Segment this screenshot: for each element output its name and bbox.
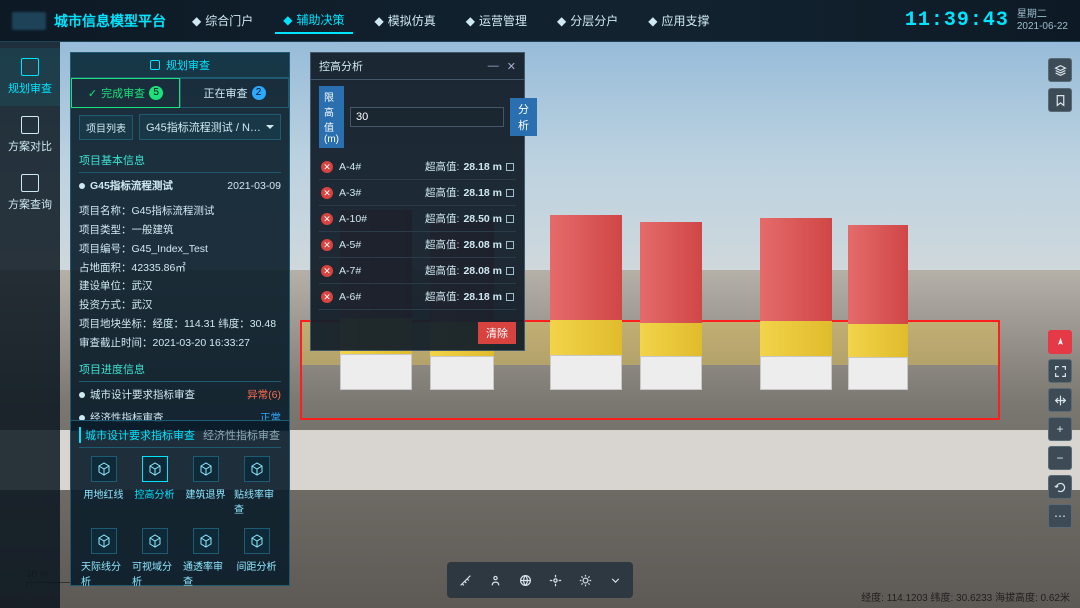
sun-icon[interactable] (572, 567, 598, 593)
error-icon: ✕ (321, 213, 333, 225)
doc-icon (21, 174, 39, 192)
analyze-button[interactable]: 分析 (510, 98, 537, 136)
result-row: ✕A-6#超高值:28.18 m (319, 284, 516, 310)
error-icon: ✕ (321, 291, 333, 303)
location-icon[interactable] (542, 567, 568, 593)
section-progress: 项目进度信息 (71, 355, 289, 379)
layers-icon[interactable] (1048, 58, 1072, 82)
gear-icon: ◆ (466, 14, 475, 28)
info-field: 项目编号：G45_Index_Test (79, 240, 281, 259)
chevron-down-icon (266, 125, 274, 133)
status-bar: 经度: 114.1203 纬度: 30.6233 海拔高度: 0.62米 (861, 589, 1070, 604)
nav-flag[interactable]: ◆模拟仿真 (367, 7, 444, 34)
close-icon[interactable]: ✕ (507, 60, 516, 73)
right-tools-top (1048, 58, 1072, 112)
leftnav-item-2[interactable]: 方案查询 (0, 164, 60, 222)
dialog-title: 控高分析 (319, 58, 363, 74)
home-icon: ◆ (192, 14, 201, 28)
info-field: 建设单位：武汉 (79, 277, 281, 296)
brand: 城市信息模型平台 (12, 11, 166, 31)
tool-控高分析[interactable]: 控高分析 (132, 456, 177, 516)
expand-icon[interactable] (506, 267, 514, 275)
measure-icon[interactable] (452, 567, 478, 593)
project-select[interactable]: G45指标流程测试 / NOG45_Ind... (139, 114, 281, 140)
result-row: ✕A-7#超高值:28.08 m (319, 258, 516, 284)
info-field: 项目名称：G45指标流程测试 (79, 202, 281, 221)
info-field: 占地面积：42335.86㎡ (79, 259, 281, 278)
tool-间距分析[interactable]: 间距分析 (234, 528, 279, 588)
nav-people[interactable]: ◆应用支撑 (640, 7, 717, 34)
error-icon: ✕ (321, 161, 333, 173)
result-row: ✕A-3#超高值:28.18 m (319, 180, 516, 206)
leftnav-item-1[interactable]: 方案对比 (0, 106, 60, 164)
info-field: 投资方式：武汉 (79, 296, 281, 315)
minimize-icon[interactable]: — (488, 60, 499, 73)
subtab-0[interactable]: 城市设计要求指标审查 (79, 427, 195, 443)
doc-icon (21, 116, 39, 134)
error-icon: ✕ (321, 265, 333, 277)
logo-icon (12, 12, 46, 30)
compass-icon[interactable] (1048, 330, 1072, 354)
nav-user[interactable]: ◆分层分户 (549, 7, 626, 34)
progress-item: 城市设计要求指标审查异常(6) (71, 384, 289, 407)
review-tab-0[interactable]: ✓完成审查5 (71, 78, 180, 108)
nav-gear[interactable]: ◆运营管理 (458, 7, 535, 34)
bookmark-icon[interactable] (1048, 88, 1072, 112)
result-row: ✕A-4#超高值:28.18 m (319, 154, 516, 180)
subtab-1[interactable]: 经济性指标审查 (203, 427, 280, 443)
lock-icon (150, 60, 160, 70)
user-icon: ◆ (557, 14, 566, 28)
info-field: 项目类型：一般建筑 (79, 221, 281, 240)
info-field: 项目地块坐标：经度：114.31 纬度：30.48 (79, 315, 281, 334)
expand-icon[interactable] (506, 163, 514, 171)
tool-贴线率审查[interactable]: 贴线率审查 (234, 456, 279, 516)
tool-通透率审查[interactable]: 通透率审查 (183, 528, 228, 588)
pan-icon[interactable] (1048, 388, 1072, 412)
refresh-icon[interactable] (1048, 475, 1072, 499)
globe-icon[interactable] (512, 567, 538, 593)
more-icon[interactable]: ⋯ (1048, 504, 1072, 528)
people-icon: ◆ (648, 14, 657, 28)
right-tools-bottom: + − ⋯ (1048, 330, 1072, 528)
height-limit-label: 限高值(m) (319, 86, 344, 148)
chevron-down-icon[interactable] (602, 567, 628, 593)
expand-icon[interactable] (506, 241, 514, 249)
error-icon: ✕ (321, 187, 333, 199)
fullscreen-icon[interactable] (1048, 359, 1072, 383)
review-tab-1[interactable]: 正在审查2 (180, 78, 289, 108)
panel-title: 规划审查 (71, 53, 289, 78)
zoom-in-icon[interactable]: + (1048, 417, 1072, 441)
error-icon: ✕ (321, 239, 333, 251)
clear-button[interactable]: 清除 (478, 322, 516, 344)
tool-建筑退界[interactable]: 建筑退界 (183, 456, 228, 516)
tool-可视域分析[interactable]: 可视域分析 (132, 528, 177, 588)
target-icon: ◆ (283, 13, 292, 27)
expand-icon[interactable] (506, 293, 514, 301)
clock: 11:39:43 (905, 9, 1009, 32)
result-row: ✕A-10#超高值:28.50 m (319, 206, 516, 232)
left-nav: 规划审查方案对比方案查询 (0, 42, 60, 608)
info-field: 审查截止时间：2021-03-20 16:33:27 (79, 334, 281, 353)
result-row: ✕A-5#超高值:28.08 m (319, 232, 516, 258)
expand-icon[interactable] (506, 189, 514, 197)
zoom-out-icon[interactable]: − (1048, 446, 1072, 470)
nav-home[interactable]: ◆综合门户 (184, 7, 261, 34)
doc-icon (21, 58, 39, 76)
person-icon[interactable] (482, 567, 508, 593)
expand-icon[interactable] (506, 215, 514, 223)
flag-icon: ◆ (375, 14, 384, 28)
tool-panel: 城市设计要求指标审查经济性指标审查 用地红线控高分析建筑退界贴线率审查 天际线分… (70, 420, 290, 586)
top-bar: 城市信息模型平台 ◆综合门户◆辅助决策◆模拟仿真◆运营管理◆分层分户◆应用支撑 … (0, 0, 1080, 42)
leftnav-item-0[interactable]: 规划审查 (0, 48, 60, 106)
project-list-button[interactable]: 项目列表 (79, 115, 133, 140)
review-panel: 规划审查 ✓完成审查5正在审查2 项目列表 G45指标流程测试 / NOG45_… (70, 52, 290, 431)
tool-天际线分析[interactable]: 天际线分析 (81, 528, 126, 588)
bottom-toolbar (447, 562, 633, 598)
height-analysis-dialog: 控高分析 —✕ 限高值(m) 分析 ✕A-4#超高值:28.18 m✕A-3#超… (310, 52, 525, 351)
height-limit-input[interactable] (350, 107, 504, 127)
nav-target[interactable]: ◆辅助决策 (275, 7, 352, 34)
tool-用地红线[interactable]: 用地红线 (81, 456, 126, 516)
date: 星期二2021-06-22 (1017, 9, 1068, 33)
section-basic-info: 项目基本信息 (71, 146, 289, 170)
